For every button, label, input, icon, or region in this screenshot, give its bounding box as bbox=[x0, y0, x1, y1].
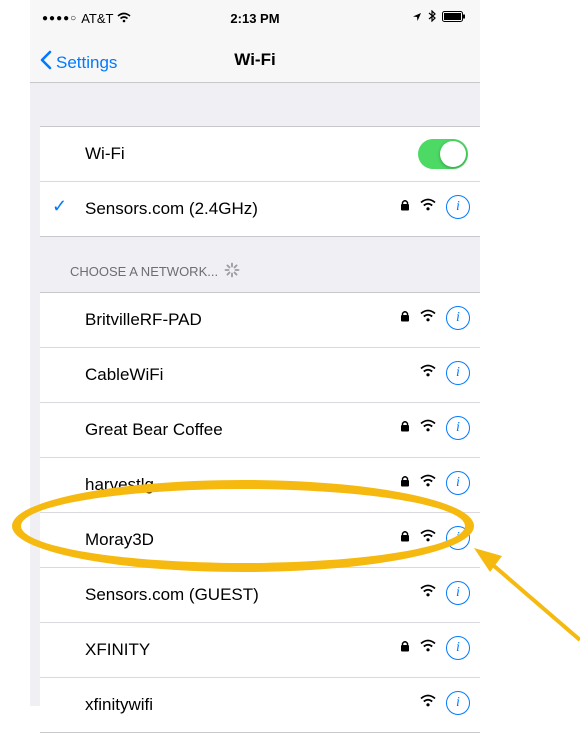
network-icons: i bbox=[400, 471, 470, 495]
network-icons: i bbox=[400, 636, 470, 660]
network-icons: i bbox=[400, 195, 470, 219]
lock-icon bbox=[400, 309, 410, 327]
highlight-ellipse bbox=[12, 480, 474, 572]
wifi-icon bbox=[420, 639, 436, 657]
network-icons: i bbox=[420, 691, 470, 715]
wifi-toggle-label: Wi-Fi bbox=[85, 144, 125, 163]
network-icons: i bbox=[400, 416, 470, 440]
network-row[interactable]: BritvilleRF-PAD i bbox=[40, 293, 480, 348]
info-icon[interactable]: i bbox=[446, 581, 470, 605]
phone-screen: ●●●●○ AT&T 2:13 PM Settings Wi-Fi Wi-Fi … bbox=[30, 0, 480, 733]
network-name: Great Bear Coffee bbox=[85, 420, 223, 439]
network-icons: i bbox=[420, 361, 470, 385]
page-title: Wi-Fi bbox=[234, 50, 276, 69]
network-row[interactable]: Sensors.com (GUEST) i bbox=[40, 568, 480, 623]
choose-network-label: CHOOSE A NETWORK... bbox=[70, 264, 219, 279]
connected-network-row[interactable]: ✓ Sensors.com (2.4GHz) i bbox=[40, 182, 480, 236]
network-name: BritvilleRF-PAD bbox=[85, 310, 202, 329]
network-row[interactable]: CableWiFi i bbox=[40, 348, 480, 403]
lock-icon bbox=[400, 474, 410, 492]
checkmark-icon: ✓ bbox=[52, 196, 68, 216]
wifi-section: Wi-Fi ✓ Sensors.com (2.4GHz) i bbox=[40, 126, 480, 237]
info-icon[interactable]: i bbox=[446, 636, 470, 660]
info-icon[interactable]: i bbox=[446, 361, 470, 385]
info-icon[interactable]: i bbox=[446, 416, 470, 440]
info-icon[interactable]: i bbox=[446, 471, 470, 495]
wifi-icon bbox=[420, 198, 436, 216]
info-icon[interactable]: i bbox=[446, 691, 470, 715]
toggle-knob bbox=[440, 141, 466, 167]
info-icon[interactable]: i bbox=[446, 195, 470, 219]
wifi-toggle-switch[interactable] bbox=[418, 139, 468, 169]
lock-icon bbox=[400, 639, 410, 657]
choose-network-header: CHOOSE A NETWORK... bbox=[70, 262, 240, 281]
lock-icon bbox=[400, 419, 410, 437]
wifi-icon bbox=[420, 364, 436, 382]
network-icons: i bbox=[420, 581, 470, 605]
network-name: CableWiFi bbox=[85, 365, 164, 384]
spinner-icon bbox=[224, 262, 240, 281]
network-row[interactable]: Great Bear Coffee i bbox=[40, 403, 480, 458]
lock-icon bbox=[400, 198, 410, 216]
wifi-icon bbox=[420, 419, 436, 437]
bluetooth-icon bbox=[428, 9, 436, 25]
battery-icon bbox=[442, 10, 466, 25]
wifi-icon bbox=[420, 584, 436, 602]
info-icon[interactable]: i bbox=[446, 306, 470, 330]
network-name: xfinitywifi bbox=[85, 695, 154, 714]
wifi-icon bbox=[420, 694, 436, 712]
network-icons: i bbox=[400, 306, 470, 330]
wifi-icon bbox=[420, 474, 436, 492]
network-row[interactable]: XFINITY i bbox=[40, 623, 480, 678]
wifi-icon bbox=[420, 309, 436, 327]
status-right bbox=[412, 9, 466, 25]
network-name: Sensors.com (GUEST) bbox=[85, 585, 259, 604]
wifi-toggle-row: Wi-Fi bbox=[40, 127, 480, 182]
network-row[interactable]: xfinitywifi i bbox=[40, 678, 480, 732]
connected-network-name: Sensors.com (2.4GHz) bbox=[85, 199, 258, 218]
status-bar: ●●●●○ AT&T 2:13 PM bbox=[30, 0, 480, 38]
location-icon bbox=[412, 10, 422, 25]
network-name: XFINITY bbox=[85, 640, 151, 659]
navigation-bar: Settings Wi-Fi bbox=[30, 38, 480, 83]
